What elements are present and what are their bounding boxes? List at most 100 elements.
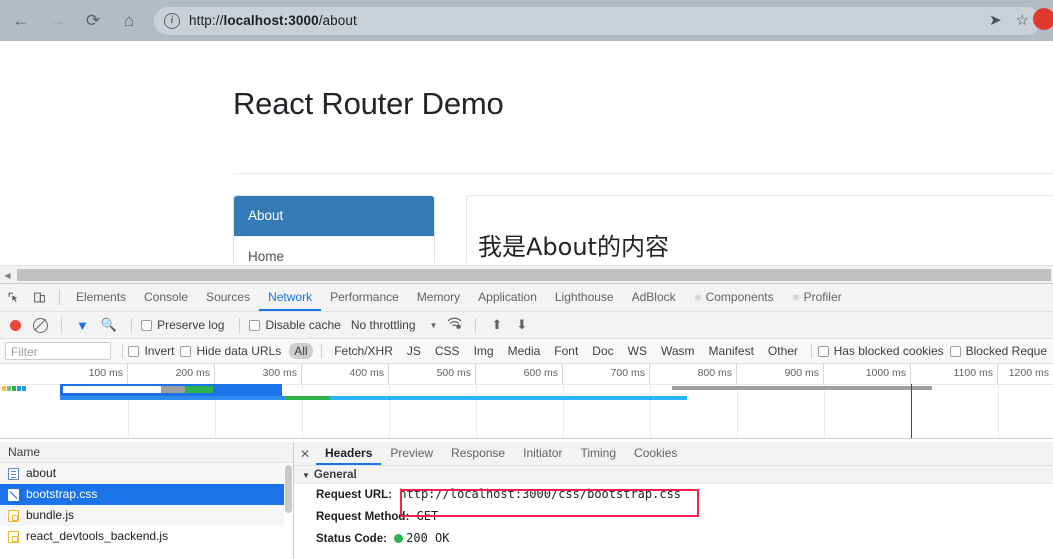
- import-har-icon[interactable]: ⬆: [491, 317, 502, 333]
- disable-cache-checkbox[interactable]: Disable cache: [249, 318, 341, 332]
- hide-data-urls-checkbox[interactable]: Hide data URLs: [180, 344, 281, 358]
- filter-type-media[interactable]: Media: [503, 343, 546, 359]
- tab-lighthouse[interactable]: Lighthouse: [546, 284, 623, 311]
- tab-profiler[interactable]: ⚛ Profiler: [783, 284, 851, 311]
- bookmark-star-icon[interactable]: ☆: [1016, 13, 1029, 28]
- checkbox-box[interactable]: [949, 345, 961, 357]
- request-detail-pane: ✕ Headers Preview Response Initiator Tim…: [294, 442, 1053, 559]
- nav-item-about[interactable]: About: [234, 196, 434, 236]
- timeline-gridline: [650, 384, 651, 438]
- filter-type-wasm[interactable]: Wasm: [656, 343, 700, 359]
- network-overview[interactable]: 100 ms 200 ms 300 ms 400 ms 500 ms 600 m…: [0, 364, 1053, 439]
- checkbox-box[interactable]: [141, 319, 153, 331]
- home-button[interactable]: ⌂: [114, 6, 144, 36]
- tab-timing[interactable]: Timing: [571, 442, 625, 465]
- tab-components[interactable]: ⚛ Components: [685, 284, 783, 311]
- page-horizontal-scrollbar[interactable]: ◀: [0, 265, 1053, 284]
- chevron-down-icon[interactable]: ▼: [430, 321, 438, 330]
- timeline-gridline: [476, 384, 477, 438]
- checkbox-box[interactable]: [128, 345, 140, 357]
- request-list-scrollbar[interactable]: [284, 463, 293, 559]
- search-icon[interactable]: 🔍: [101, 317, 117, 333]
- back-button[interactable]: ←: [6, 6, 36, 36]
- blocked-requests-label: Blocked Reque: [965, 344, 1048, 358]
- request-list: Name about bootstrap.css bundle.js react…: [0, 442, 294, 559]
- overview-band-cyan-lower: [330, 396, 687, 400]
- filter-type-other[interactable]: Other: [763, 343, 803, 359]
- tab-memory[interactable]: Memory: [408, 284, 469, 311]
- nav-item-home[interactable]: Home: [234, 236, 434, 263]
- preserve-log-checkbox[interactable]: Preserve log: [141, 318, 224, 332]
- filterbar-separator: [810, 344, 812, 358]
- tab-cookies[interactable]: Cookies: [625, 442, 686, 465]
- tab-headers[interactable]: Headers: [316, 442, 382, 465]
- filter-type-font[interactable]: Font: [549, 343, 583, 359]
- record-button-icon[interactable]: [10, 319, 21, 331]
- filter-type-css[interactable]: CSS: [430, 343, 465, 359]
- filter-type-ws[interactable]: WS: [623, 343, 652, 359]
- tab-elements[interactable]: Elements: [67, 284, 135, 311]
- checkbox-box[interactable]: [817, 345, 829, 357]
- toggle-device-toolbar-icon[interactable]: [26, 285, 52, 311]
- filter-type-img[interactable]: Img: [469, 343, 499, 359]
- extension-icon[interactable]: [1033, 8, 1053, 30]
- tab-network[interactable]: Network: [259, 284, 322, 311]
- tab-adblock[interactable]: AdBlock: [623, 284, 685, 311]
- request-url-value[interactable]: http://localhost:3000/css/bootstrap.css: [399, 487, 681, 501]
- table-row[interactable]: bundle.js: [0, 505, 293, 526]
- clear-button-icon[interactable]: [33, 317, 48, 333]
- filter-type-js[interactable]: JS: [402, 343, 426, 359]
- filter-icon[interactable]: ▼: [76, 318, 89, 333]
- filter-type-manifest[interactable]: Manifest: [704, 343, 759, 359]
- invert-checkbox[interactable]: Invert: [128, 344, 174, 358]
- toolbar-separator: [239, 317, 241, 333]
- tab-sources[interactable]: Sources: [197, 284, 259, 311]
- tab-preview[interactable]: Preview: [381, 442, 442, 465]
- tab-console[interactable]: Console: [135, 284, 197, 311]
- tab-application[interactable]: Application: [469, 284, 546, 311]
- table-row[interactable]: bootstrap.css: [0, 484, 293, 505]
- column-header-name[interactable]: Name: [0, 442, 293, 463]
- request-url-label: Request URL:: [316, 489, 393, 501]
- filter-type-fetch-xhr[interactable]: Fetch/XHR: [329, 343, 398, 359]
- export-har-icon[interactable]: ⬇: [516, 317, 527, 333]
- address-bar[interactable]: i http://localhost:3000/about ➤ ☆: [154, 6, 1041, 35]
- timeline-tick: 1200 ms: [1008, 367, 1049, 379]
- inspect-element-icon[interactable]: [0, 285, 26, 311]
- tabbar-separator: [59, 290, 60, 305]
- has-blocked-cookies-checkbox[interactable]: Has blocked cookies: [817, 344, 944, 358]
- general-section-header[interactable]: ▼ General: [294, 466, 1053, 484]
- blocked-requests-checkbox[interactable]: Blocked Reque: [949, 344, 1048, 358]
- checkbox-box[interactable]: [180, 345, 192, 357]
- timeline-tick: 900 ms: [737, 364, 824, 384]
- devtools-tabbar: Elements Console Sources Network Perform…: [0, 284, 1053, 312]
- close-icon[interactable]: ✕: [294, 447, 316, 461]
- tab-performance[interactable]: Performance: [321, 284, 408, 311]
- table-row[interactable]: about: [0, 463, 293, 484]
- overview-band-green-lower: [285, 396, 330, 400]
- status-code-value: 200 OK: [406, 531, 450, 545]
- overview-band-blue: [213, 386, 279, 393]
- scrollbar-thumb[interactable]: [285, 465, 292, 513]
- wifi-settings-icon[interactable]: [447, 317, 462, 333]
- site-info-icon[interactable]: i: [164, 12, 180, 29]
- table-row[interactable]: react_devtools_backend.js: [0, 526, 293, 547]
- url-host: localhost:3000: [223, 13, 319, 28]
- reload-button[interactable]: ⟳: [78, 6, 108, 36]
- scrollbar-thumb[interactable]: [17, 269, 1051, 281]
- tab-initiator[interactable]: Initiator: [514, 442, 571, 465]
- filterbar-separator: [121, 344, 123, 358]
- send-icon[interactable]: ➤: [989, 13, 1002, 28]
- scroll-left-arrow-icon[interactable]: ◀: [0, 266, 15, 284]
- filter-type-doc[interactable]: Doc: [587, 343, 618, 359]
- filter-type-all[interactable]: All: [289, 343, 313, 359]
- checkbox-box[interactable]: [249, 319, 261, 331]
- network-toolbar: ▼ 🔍 Preserve log Disable cache No thrott…: [0, 312, 1053, 339]
- disable-cache-label: Disable cache: [265, 318, 341, 332]
- throttling-select[interactable]: No throttling: [351, 318, 416, 332]
- filter-input[interactable]: Filter: [5, 342, 111, 360]
- forward-button[interactable]: →: [42, 6, 72, 36]
- tab-response[interactable]: Response: [442, 442, 514, 465]
- devtools-panel: Elements Console Sources Network Perform…: [0, 283, 1053, 559]
- stylesheet-file-icon: [8, 488, 19, 501]
